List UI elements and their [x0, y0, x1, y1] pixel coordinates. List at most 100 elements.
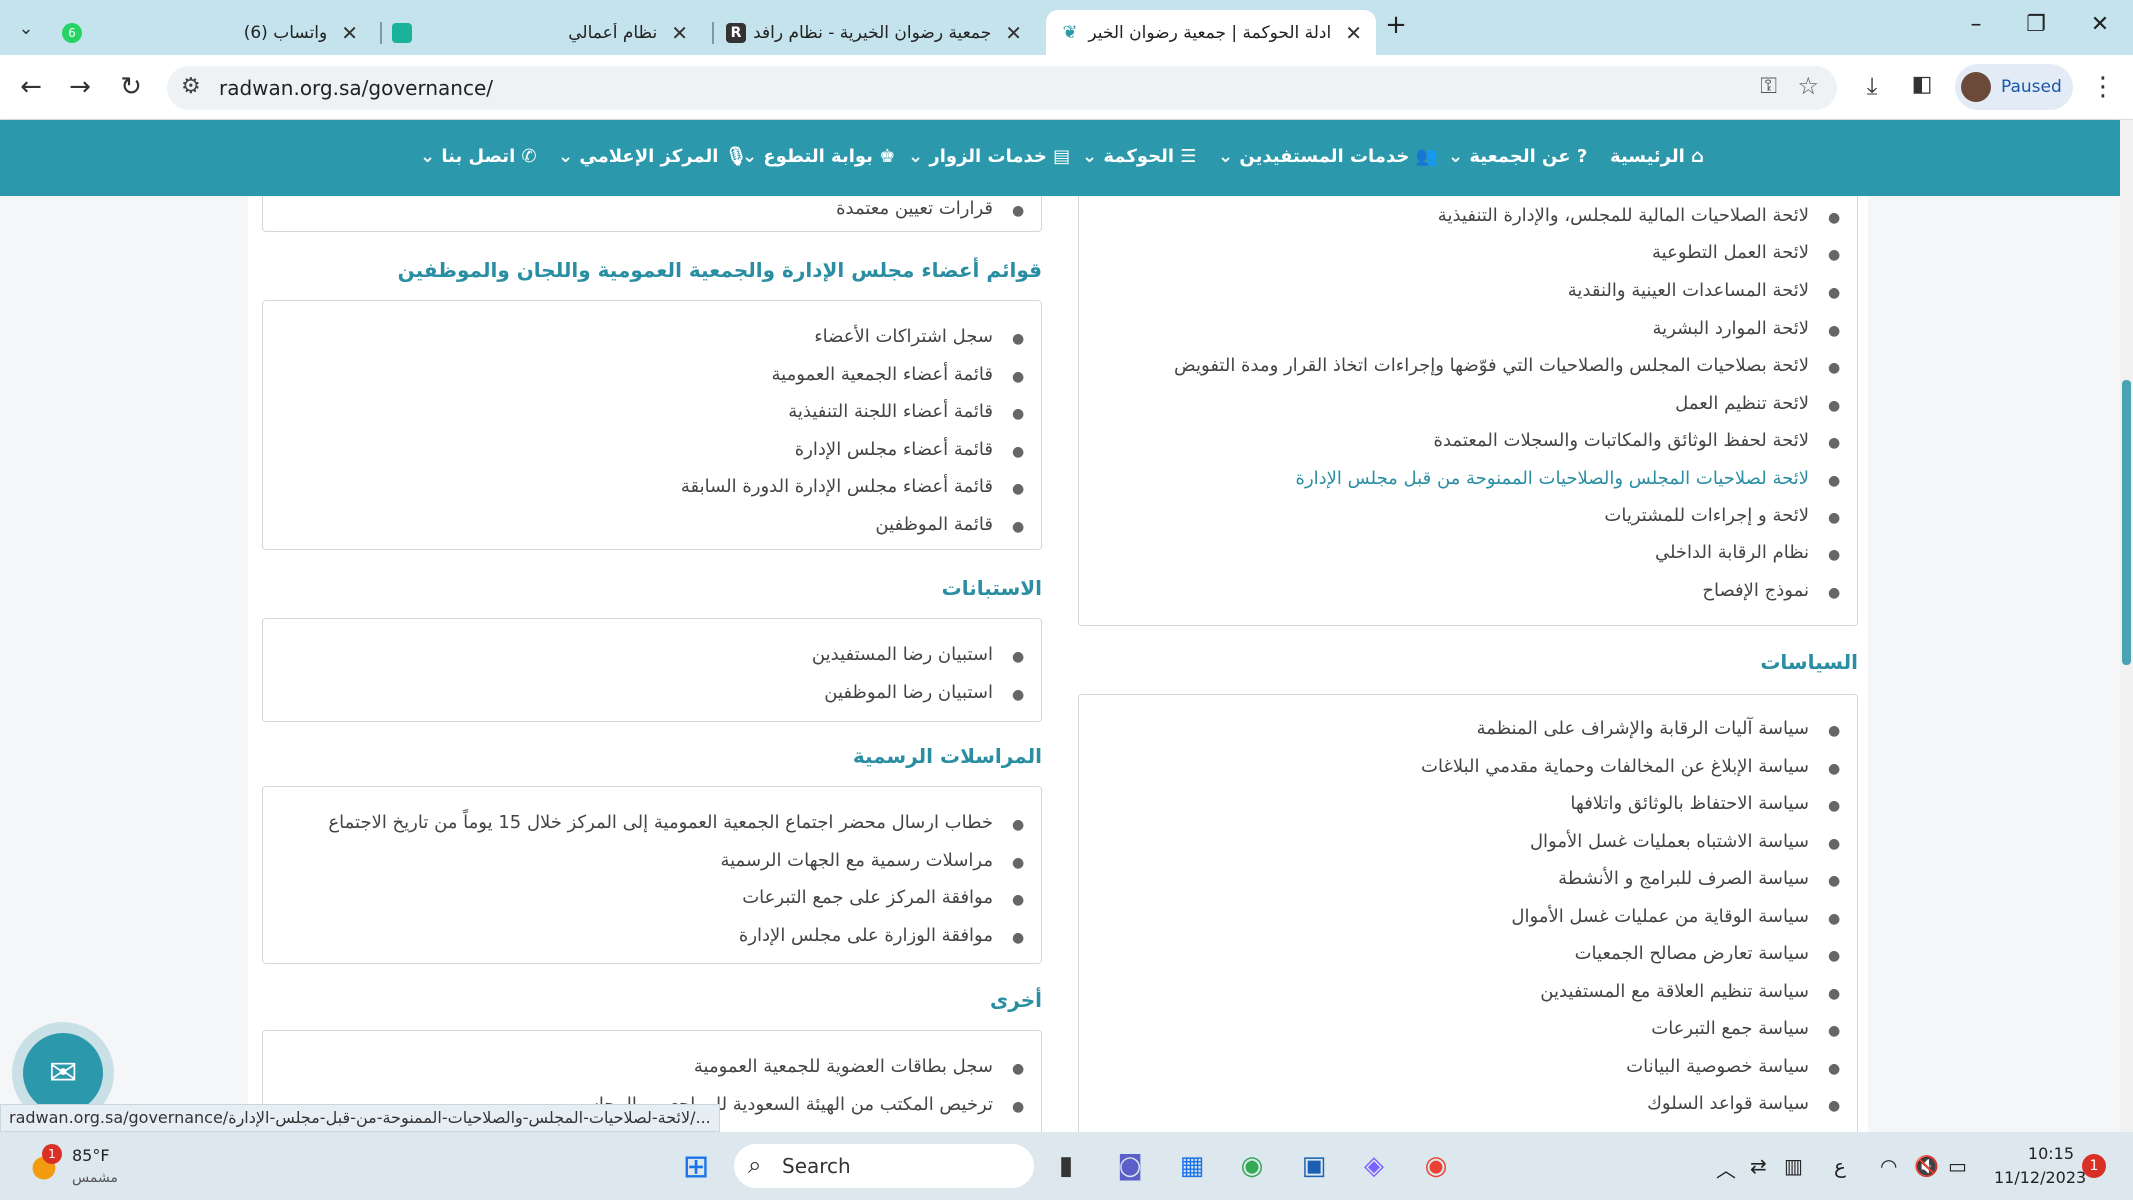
- profile-button[interactable]: Paused: [1955, 64, 2073, 110]
- bullet: ●: [1828, 761, 1841, 777]
- menu-label: خدمات المستفيدين: [1239, 146, 1410, 167]
- weather-badge: 1: [42, 1144, 62, 1164]
- regulation-link-hovered[interactable]: لائحة لصلاحيات المجلس والصلاحيات الممنوح…: [1296, 468, 1809, 489]
- tab-label: (6) واتساب: [243, 22, 328, 43]
- menu-visitors[interactable]: ▤ خدمات الزوار ⌄: [908, 146, 1070, 167]
- chrome-icon[interactable]: ◉: [1232, 1146, 1272, 1186]
- menu-governance[interactable]: ☰ الحوكمة ⌄: [1082, 146, 1196, 167]
- correspondence-link[interactable]: موافقة المركز على جمع التبرعات: [742, 887, 993, 908]
- tab-rafed[interactable]: R جمعية رضوان الخيرية - نظام رافد ✕: [726, 10, 1036, 55]
- policy-link[interactable]: سياسة الوقاية من عمليات غسل الأموال: [1511, 906, 1809, 927]
- wifi-icon[interactable]: ◠: [1880, 1154, 1897, 1178]
- document-link[interactable]: قائمة أعضاء اللجنة التنفيذية: [788, 401, 993, 422]
- regulation-link[interactable]: لائحة الصلاحيات المالية للمجلس، والإدارة…: [1438, 205, 1809, 226]
- tab-label: نظام أعمالي: [568, 22, 658, 43]
- address-bar[interactable]: ⚙ radwan.org.sa/governance/ ⚿ ☆: [167, 66, 1837, 110]
- policy-link[interactable]: سياسة الصرف للبرامج و الأنشطة: [1558, 868, 1809, 889]
- regulation-link[interactable]: نظام الرقابة الداخلي: [1655, 542, 1809, 563]
- minimize-icon[interactable]: –: [1956, 12, 1996, 37]
- close-tab-icon[interactable]: ✕: [671, 21, 688, 45]
- download-icon[interactable]: ⤓: [1855, 72, 1889, 100]
- reload-icon[interactable]: ↻: [114, 72, 148, 102]
- correspondence-link[interactable]: مراسلات رسمية مع الجهات الرسمية: [720, 850, 993, 871]
- teams-chat-icon[interactable]: ◙: [1110, 1146, 1150, 1186]
- document-link[interactable]: قرارات تعيين معتمدة: [836, 198, 993, 219]
- correspondence-heading: المراسلات الرسمية: [852, 744, 1042, 768]
- menu-media[interactable]: 🎙 المركز الإعلامي ⌄: [558, 146, 748, 167]
- language-indicator[interactable]: ع: [1834, 1154, 1846, 1178]
- regulation-link[interactable]: نموذج الإفصاح: [1702, 580, 1809, 601]
- policy-link[interactable]: سياسة آليات الرقابة والإشراف على المنظمة: [1477, 718, 1809, 739]
- taskbar-search[interactable]: ⌕ Search: [734, 1144, 1034, 1188]
- policy-link[interactable]: سياسة خصوصية البيانات: [1626, 1056, 1809, 1077]
- document-link[interactable]: قائمة أعضاء مجلس الإدارة: [795, 439, 993, 460]
- notification-badge[interactable]: 1: [2082, 1154, 2106, 1178]
- policy-link[interactable]: سياسة تعارض مصالح الجمعيات: [1575, 943, 1809, 964]
- notepad-icon[interactable]: ▦: [1172, 1146, 1212, 1186]
- microphone-icon: 🎙: [724, 146, 748, 167]
- windows-start-icon[interactable]: ⊞: [676, 1146, 716, 1186]
- correspondence-link[interactable]: موافقة الوزارة على مجلس الإدارة: [739, 925, 993, 946]
- scrollbar-thumb[interactable]: [2122, 380, 2131, 665]
- meter-icon[interactable]: ▥: [1784, 1154, 1803, 1178]
- menu-about[interactable]: ? عن الجمعية ⌄: [1448, 146, 1587, 167]
- back-icon[interactable]: ←: [14, 72, 48, 102]
- close-window-icon[interactable]: ✕: [2080, 12, 2120, 37]
- restore-icon[interactable]: ❐: [2016, 12, 2056, 37]
- policy-link[interactable]: سياسة الإبلاغ عن المخالفات وحماية مقدمي …: [1421, 756, 1809, 777]
- document-link[interactable]: قائمة الموظفين: [875, 514, 993, 535]
- tab-governance[interactable]: ❦ ادلة الحوكمة | جمعية رضوان الخير ✕: [1046, 10, 1376, 55]
- forward-icon[interactable]: →: [63, 72, 97, 102]
- regulation-link[interactable]: لائحة بصلاحيات المجلس والصلاحيات التي فو…: [1174, 355, 1809, 376]
- bookmark-star-icon[interactable]: ☆: [1797, 72, 1819, 100]
- survey-link[interactable]: استبيان رضا الموظفين: [824, 682, 993, 703]
- policy-link[interactable]: سياسة الاحتفاظ بالوثائق واتلافها: [1570, 793, 1809, 814]
- document-link[interactable]: قائمة أعضاء الجمعية العمومية: [772, 364, 994, 385]
- browser-menu-icon[interactable]: ⋮: [2086, 72, 2120, 102]
- regulation-link[interactable]: لائحة و إجراءات للمشتريات: [1604, 505, 1809, 526]
- appointments-box: ● قرارات تعيين معتمدة: [262, 196, 1042, 232]
- clock-date[interactable]: 11/12/2023: [1994, 1168, 2086, 1187]
- regulation-link[interactable]: لائحة المساعدات العينية والنقدية: [1568, 280, 1809, 301]
- task-view-icon[interactable]: ▮: [1046, 1146, 1086, 1186]
- battery-icon[interactable]: ▭: [1948, 1154, 1967, 1178]
- page-scrollbar[interactable]: [2120, 120, 2133, 1132]
- show-hidden-icons[interactable]: ︿: [1716, 1154, 1736, 1183]
- survey-link[interactable]: استبيان رضا المستفيدين: [812, 644, 993, 665]
- network-settings-icon[interactable]: ⇄: [1750, 1154, 1767, 1178]
- menu-volunteer[interactable]: ♚ بوابة التطوع ⌄: [742, 146, 895, 167]
- bullet: ●: [1828, 210, 1841, 226]
- menu-home[interactable]: ⌂ الرئيسية: [1610, 146, 1704, 167]
- correspondence-link[interactable]: خطاب ارسال محضر اجتماع الجمعية العمومية …: [328, 812, 993, 833]
- close-tab-icon[interactable]: ✕: [1345, 21, 1362, 45]
- tab-whatsapp[interactable]: 6 (6) واتساب ✕: [62, 10, 372, 55]
- microsoft-store-icon[interactable]: ▣: [1294, 1146, 1334, 1186]
- close-tab-icon[interactable]: ✕: [1005, 21, 1022, 45]
- document-link[interactable]: قائمة أعضاء مجلس الإدارة الدورة السابقة: [681, 476, 993, 497]
- menu-contact[interactable]: ✆ اتصل بنا ⌄: [420, 146, 537, 167]
- copilot-icon[interactable]: ◈: [1354, 1146, 1394, 1186]
- regulation-link[interactable]: لائحة الموارد البشرية: [1653, 318, 1809, 339]
- regulation-link[interactable]: لائحة العمل التطوعية: [1652, 242, 1809, 263]
- document-link[interactable]: سجل بطاقات العضوية للجمعية العمومية: [694, 1056, 993, 1077]
- policy-link[interactable]: سياسة تنظيم العلاقة مع المستفيدين: [1540, 981, 1809, 1002]
- regulation-link[interactable]: لائحة تنظيم العمل: [1675, 393, 1809, 414]
- site-info-icon[interactable]: ⚙: [181, 74, 201, 99]
- side-panel-icon[interactable]: ◧: [1905, 72, 1939, 97]
- tab-amali[interactable]: نظام أعمالي ✕: [392, 10, 702, 55]
- policy-link[interactable]: سياسة قواعد السلوك: [1647, 1093, 1809, 1114]
- policy-link[interactable]: سياسة جمع التبرعات: [1651, 1018, 1809, 1039]
- menu-beneficiaries[interactable]: 👥 خدمات المستفيدين ⌄: [1218, 146, 1438, 167]
- password-key-icon[interactable]: ⚿: [1760, 74, 1777, 99]
- search-icon: ⌕: [748, 1151, 762, 1179]
- close-tab-icon[interactable]: ✕: [341, 21, 358, 45]
- document-link[interactable]: سجل اشتراكات الأعضاء: [814, 326, 993, 347]
- chrome-profile-icon[interactable]: ◉: [1416, 1146, 1456, 1186]
- volume-muted-icon[interactable]: 🔇: [1914, 1154, 1939, 1178]
- policy-link[interactable]: سياسة الاشتباه بعمليات غسل الأموال: [1530, 831, 1809, 852]
- tab-search-chevron-icon[interactable]: ⌄: [6, 8, 46, 48]
- bullet: ●: [1828, 798, 1841, 814]
- new-tab-button[interactable]: +: [1376, 10, 1416, 40]
- regulation-link[interactable]: لائحة لحفظ الوثائق والمكاتبات والسجلات ا…: [1434, 430, 1809, 451]
- clock-time[interactable]: 10:15: [1994, 1144, 2074, 1163]
